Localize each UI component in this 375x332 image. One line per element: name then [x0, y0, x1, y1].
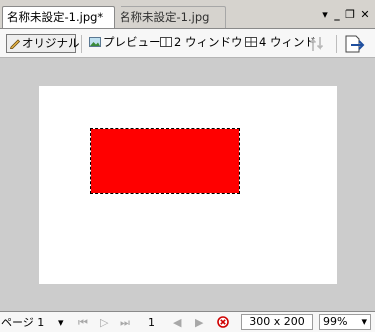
last-frame-icon[interactable]: ⏭ [120, 315, 130, 330]
two-window-icon [160, 37, 172, 47]
page-select-dropdown[interactable]: ページ 1 ▾ [0, 315, 67, 330]
four-window-view-button[interactable]: 4 ウィンド [243, 34, 316, 53]
toolbar-divider [336, 35, 337, 53]
document-canvas[interactable] [39, 86, 337, 284]
pencil-icon [10, 39, 21, 49]
minimize-icon[interactable]: _ [330, 8, 344, 22]
tab-untitled-1[interactable]: 名称未設定-1.jpg [114, 6, 226, 28]
two-window-view-label: 2 ウィンドウ [174, 35, 243, 49]
selected-red-rectangle[interactable] [90, 128, 240, 194]
preview-view-button[interactable]: プレビュー [87, 34, 161, 53]
zoom-select[interactable]: 99% ▾ [319, 314, 371, 330]
restore-icon[interactable]: ❐ [343, 8, 357, 22]
preview-view-label: プレビュー [103, 35, 161, 49]
dropdown-arrow-icon: ▾ [58, 316, 64, 329]
four-window-icon [245, 37, 257, 47]
export-arrows-icon[interactable] [309, 35, 329, 53]
document-tab-bar: 名称未設定-1.jpg* 名称未設定-1.jpg ▾ _ ❐ ✕ [0, 0, 375, 28]
dropdown-arrow-icon: ▾ [361, 315, 367, 328]
tab-untitled-1-modified[interactable]: 名称未設定-1.jpg* [2, 6, 115, 28]
four-window-view-label: 4 ウィンド [259, 35, 316, 49]
original-view-label: オリジナル [22, 36, 80, 50]
first-frame-icon[interactable]: ⏮ [78, 315, 88, 330]
workspace[interactable] [0, 58, 375, 311]
close-icon[interactable]: ✕ [358, 8, 372, 22]
view-toolbar: オリジナル プレビュー 2 ウィンドウ 4 ウィンド [0, 28, 375, 58]
preview-image-icon [89, 37, 101, 47]
stop-icon[interactable] [217, 316, 229, 328]
image-dimensions: 300 x 200 [241, 314, 313, 330]
page-select-value: ページ 1 [1, 316, 45, 329]
status-bar: ページ 1 ▾ ⏮ ▷ ⏭ 1 ◀ ▶ 300 x 200 99% ▾ [0, 311, 375, 332]
original-view-button[interactable]: オリジナル [6, 34, 80, 53]
zoom-value: 99% [323, 315, 348, 328]
current-page-number: 1 [148, 316, 155, 329]
export-document-icon[interactable] [343, 34, 367, 54]
previous-frame-icon[interactable]: ◀ [173, 315, 181, 330]
toolbar-divider [81, 35, 82, 53]
next-frame-icon[interactable]: ▶ [195, 315, 203, 330]
two-window-view-button[interactable]: 2 ウィンドウ [158, 34, 242, 53]
play-icon[interactable]: ▷ [100, 315, 108, 330]
